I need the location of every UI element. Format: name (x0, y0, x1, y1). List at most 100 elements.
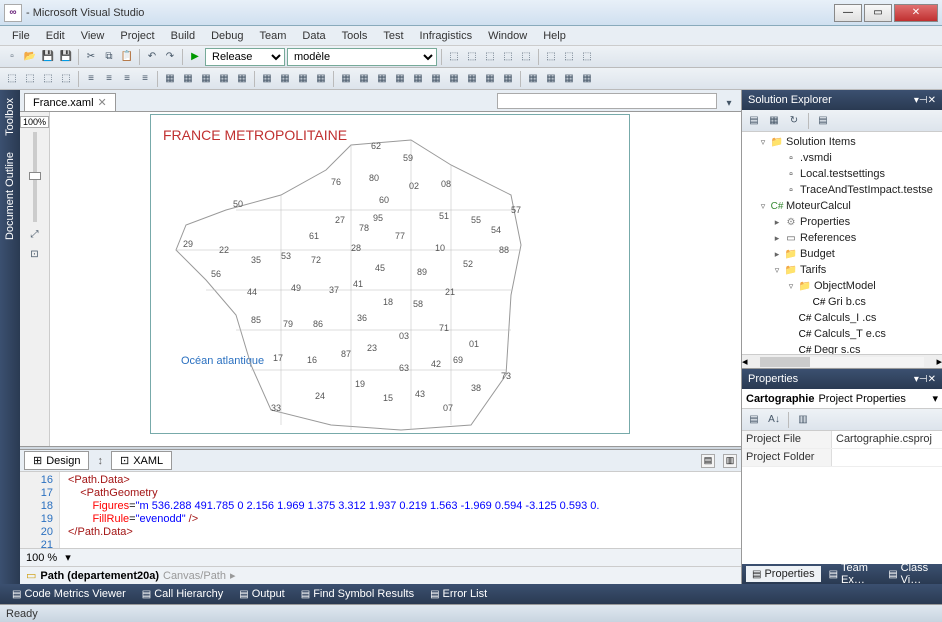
paste-icon[interactable]: 📋 (119, 49, 135, 65)
align-icon[interactable]: ≡ (83, 71, 99, 87)
solution-tree[interactable]: ▿📁Solution Items▫.vsmdi▫Local.testsettin… (742, 132, 942, 354)
layout-icon[interactable]: ▦ (313, 71, 329, 87)
menu-tools[interactable]: Tools (334, 28, 376, 44)
save-icon[interactable]: 💾 (40, 49, 56, 65)
tree-item[interactable]: ▿📁ObjectModel (742, 278, 942, 294)
layout-icon[interactable]: ▦ (464, 71, 480, 87)
document-tab[interactable]: France.xaml ✕ (24, 93, 116, 111)
menu-window[interactable]: Window (480, 28, 535, 44)
layout-icon[interactable]: ▦ (543, 71, 559, 87)
code-text[interactable]: <Path.Data> <PathGeometry Figures="m 536… (60, 472, 741, 548)
menu-data[interactable]: Data (294, 28, 333, 44)
document-outline-tab[interactable]: Document Outline (2, 148, 18, 244)
layout-icon[interactable]: ▦ (392, 71, 408, 87)
tree-scrollbar-h[interactable]: ◂▸ (742, 354, 942, 368)
layout-icon[interactable]: ▦ (198, 71, 214, 87)
quick-search-input[interactable] (497, 93, 717, 109)
designer-canvas[interactable]: FRANCE METROPOLITAINE Océan atlantique 6… (50, 112, 741, 446)
layout-icon[interactable]: ▦ (482, 71, 498, 87)
tool-icon[interactable]: ⬚ (58, 71, 74, 87)
tree-item[interactable]: C#Gri b.cs (742, 294, 942, 310)
tree-item[interactable]: C#Calculs_I .cs (742, 310, 942, 326)
layout-icon[interactable]: ▦ (374, 71, 390, 87)
class-view-tab[interactable]: ▤ Class Vi… (882, 560, 938, 588)
tree-item[interactable]: C#Degr s.cs (742, 342, 942, 354)
split-horizontal-icon[interactable]: ▤ (701, 454, 715, 468)
xaml-code-editor[interactable]: 161718192021 <Path.Data> <PathGeometry F… (20, 472, 741, 548)
save-all-icon[interactable]: 💾 (58, 49, 74, 65)
design-tab[interactable]: ⊞Design (24, 451, 89, 470)
layout-icon[interactable]: ▦ (410, 71, 426, 87)
close-panel-icon[interactable]: ✕ (928, 374, 936, 385)
split-vertical-icon[interactable]: ▥ (723, 454, 737, 468)
layout-icon[interactable]: ▦ (446, 71, 462, 87)
zoom-level[interactable]: 100% (20, 116, 49, 128)
tool-icon[interactable]: ⬚ (446, 49, 462, 65)
swap-panes-icon[interactable]: ↕ (97, 455, 103, 467)
team-explorer-tab[interactable]: ▤ Team Ex… (823, 560, 881, 588)
tree-item[interactable]: ▿📁Tarifs (742, 262, 942, 278)
tree-item[interactable]: ▫TraceAndTestImpact.testse (742, 182, 942, 198)
tool-icon[interactable]: ⬚ (518, 49, 534, 65)
properties-object-selector[interactable]: CartographieProject Properties ▾ (742, 389, 942, 409)
tree-item[interactable]: ▸⚙Properties (742, 214, 942, 230)
layout-icon[interactable]: ▦ (579, 71, 595, 87)
layout-icon[interactable]: ▦ (162, 71, 178, 87)
properties-grid[interactable]: Project FileCartographie.csprojProject F… (742, 431, 942, 564)
tool-icon[interactable]: ⬚ (500, 49, 516, 65)
menu-debug[interactable]: Debug (203, 28, 251, 44)
tool-icon[interactable]: ⬚ (482, 49, 498, 65)
tool-icon[interactable]: ⬚ (561, 49, 577, 65)
tree-item[interactable]: ▸📁Budget (742, 246, 942, 262)
new-project-icon[interactable]: ▫ (4, 49, 20, 65)
dropdown-icon[interactable]: ▾ (721, 95, 737, 111)
layout-icon[interactable]: ▦ (338, 71, 354, 87)
target-select[interactable]: modèle (287, 48, 437, 66)
cut-icon[interactable]: ✂ (83, 49, 99, 65)
menu-edit[interactable]: Edit (38, 28, 73, 44)
layout-icon[interactable]: ▦ (356, 71, 372, 87)
copy-icon[interactable]: ⧉ (101, 49, 117, 65)
tree-item[interactable]: ▿📁Solution Items (742, 134, 942, 150)
toolbox-tab[interactable]: Toolbox (2, 94, 18, 140)
maximize-button[interactable]: ▭ (864, 4, 892, 22)
tree-item[interactable]: ▫.vsmdi (742, 150, 942, 166)
layout-icon[interactable]: ▦ (216, 71, 232, 87)
layout-icon[interactable]: ▦ (525, 71, 541, 87)
categorized-icon[interactable]: ▤ (746, 412, 762, 428)
close-button[interactable]: ✕ (894, 4, 938, 22)
tool-icon[interactable]: ⬚ (4, 71, 20, 87)
tree-item[interactable]: ▿C#MoteurCalcul (742, 198, 942, 214)
breadcrumb-path[interactable]: Path (departement20a) (40, 570, 159, 582)
code-zoom[interactable]: 100 % (26, 552, 57, 564)
properties-icon[interactable]: ▤ (746, 113, 762, 129)
menu-file[interactable]: File (4, 28, 38, 44)
tree-item[interactable]: ▸▭References (742, 230, 942, 246)
tool-icon[interactable]: ⬚ (543, 49, 559, 65)
tool-icon[interactable]: ⬚ (464, 49, 480, 65)
properties-tab[interactable]: ▤ Properties (746, 566, 821, 582)
layout-icon[interactable]: ▦ (561, 71, 577, 87)
redo-icon[interactable]: ↷ (162, 49, 178, 65)
artboard[interactable]: FRANCE METROPOLITAINE Océan atlantique 6… (150, 114, 630, 434)
tool-icon[interactable]: ⬚ (22, 71, 38, 87)
menu-project[interactable]: Project (112, 28, 162, 44)
refresh-icon[interactable]: ↻ (786, 113, 802, 129)
actual-size-icon[interactable]: ⊡ (27, 246, 43, 262)
pin-icon[interactable]: ⊣ (919, 374, 928, 385)
align-icon[interactable]: ≡ (137, 71, 153, 87)
menu-test[interactable]: Test (375, 28, 411, 44)
fit-icon[interactable]: ⤢ (27, 226, 43, 242)
show-all-icon[interactable]: ▦ (766, 113, 782, 129)
alpha-sort-icon[interactable]: A↓ (766, 412, 782, 428)
undo-icon[interactable]: ↶ (144, 49, 160, 65)
tool-icon[interactable]: ⬚ (40, 71, 56, 87)
breadcrumb-tail[interactable]: Canvas/Path (163, 570, 226, 582)
property-row[interactable]: Project Folder (742, 449, 942, 467)
layout-icon[interactable]: ▦ (500, 71, 516, 87)
layout-icon[interactable]: ▦ (180, 71, 196, 87)
menu-build[interactable]: Build (163, 28, 203, 44)
layout-icon[interactable]: ▦ (295, 71, 311, 87)
minimize-button[interactable]: — (834, 4, 862, 22)
tool-icon[interactable]: ⬚ (579, 49, 595, 65)
